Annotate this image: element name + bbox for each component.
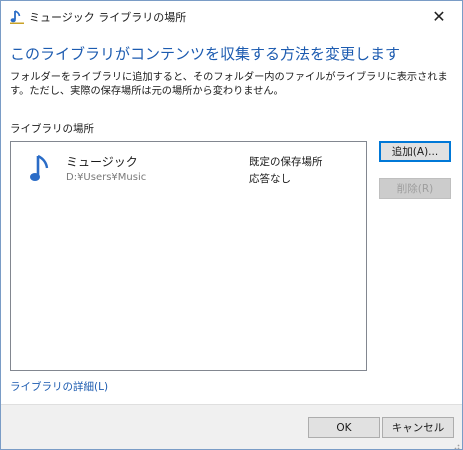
cancel-button[interactable]: キャンセル [382,417,454,438]
remove-button[interactable]: 削除(R) [379,178,451,199]
description-text: フォルダーをライブラリに追加すると、そのフォルダー内のファイルがライブラリに表示… [10,72,448,97]
ok-button[interactable]: OK [308,417,380,438]
close-icon: ✕ [432,6,446,26]
list-item-music[interactable]: ミュージック D:¥Users¥Music 既定の保存場所 応答なし [25,150,355,190]
dialog-footer: OK キャンセル [1,404,462,449]
page-heading: このライブラリがコンテンツを収集する方法を変更します [10,45,401,63]
resize-grip-icon[interactable] [450,438,460,449]
music-note-icon [30,154,50,184]
add-button[interactable]: 追加(A)... [379,141,451,162]
library-locations-list[interactable]: ミュージック D:¥Users¥Music 既定の保存場所 応答なし [10,141,367,371]
location-name: ミュージック [66,155,138,169]
library-details-link[interactable]: ライブラリの詳細(L) [10,379,108,394]
title-bar[interactable]: ミュージック ライブラリの場所 ✕ [1,1,462,31]
default-save-location-label: 既定の保存場所 [249,156,323,168]
close-button[interactable]: ✕ [416,1,462,31]
location-path: D:¥Users¥Music [66,172,147,183]
library-locations-label: ライブラリの場所 [10,123,94,135]
window-title: ミュージック ライブラリの場所 [29,11,187,24]
library-locations-dialog: ミュージック ライブラリの場所 ✕ このライブラリがコンテンツを収集する方法を変… [0,0,463,450]
music-library-icon [10,9,24,24]
location-status: 応答なし [249,173,291,185]
